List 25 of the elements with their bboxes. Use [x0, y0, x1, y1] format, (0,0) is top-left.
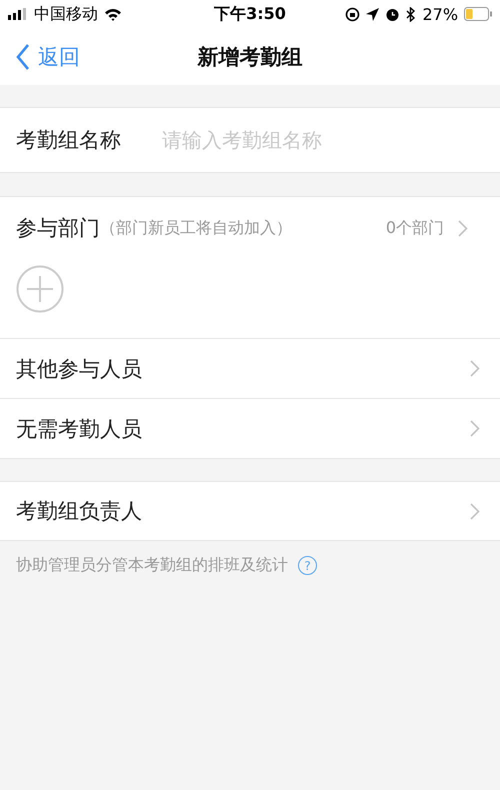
back-icon — [16, 44, 30, 70]
location-icon — [366, 8, 380, 20]
carrier-name: 中国移动 — [34, 4, 98, 24]
chevron-right-icon — [470, 502, 480, 520]
hint-text: 协助管理员分管本考勤组的排班及统计 — [16, 555, 288, 576]
chevron-right-icon — [470, 420, 480, 437]
section-note: （部门新员工将自动加入） — [100, 218, 292, 238]
rotation-lock-icon — [345, 6, 360, 22]
list-row[interactable]: 考勤组负责人 — [0, 481, 500, 541]
department-count: 0个部门 — [386, 218, 444, 238]
battery-percent: 27% — [422, 4, 458, 24]
bluetooth-icon — [406, 6, 416, 22]
wifi-icon — [104, 8, 122, 20]
section-label: 参与部门 — [16, 215, 100, 242]
list-row[interactable]: 无需考勤人员 — [0, 399, 500, 459]
clock-time: 下午3:50 — [214, 4, 286, 24]
chevron-right-icon — [470, 360, 480, 377]
battery-icon — [464, 7, 492, 21]
list-row[interactable]: 其他参与人员 — [0, 339, 500, 399]
page-title: 新增考勤组 — [198, 44, 302, 70]
add-department-icon[interactable] — [16, 265, 64, 313]
chevron-right-icon — [458, 220, 468, 236]
field-label: 考勤组名称 — [0, 107, 162, 173]
alarm-icon — [385, 6, 400, 22]
signal-icon — [8, 8, 28, 20]
